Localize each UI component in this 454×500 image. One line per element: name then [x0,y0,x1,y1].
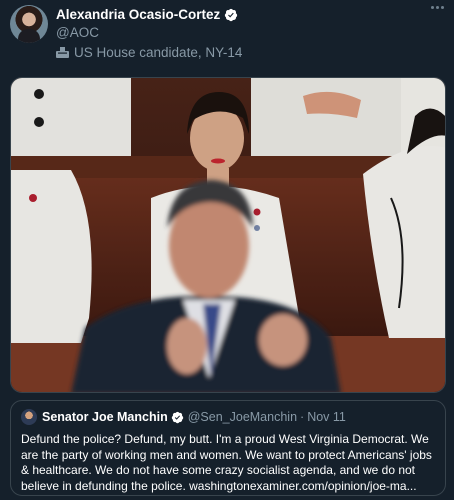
more-options-icon[interactable] [431,6,444,9]
quoted-verified-badge-icon [171,411,183,423]
quoted-date: Nov 11 [307,410,346,424]
ballot-box-icon [56,47,69,58]
author-avatar[interactable] [10,5,48,43]
author-handle[interactable]: @AOC [56,25,444,42]
tweet-photo[interactable] [10,77,446,393]
quoted-tweet-text: Defund the police? Defund, my butt. I'm … [21,432,432,493]
tweet[interactable]: Alexandria Ocasio-Cortez @AOC US House c… [0,0,454,500]
quoted-tweet[interactable]: Senator Joe Manchin @Sen_JoeManchin · No… [10,400,446,496]
name-row: Alexandria Ocasio-Cortez [56,6,444,23]
author-display-name[interactable]: Alexandria Ocasio-Cortez [56,7,220,22]
author-label: US House candidate, NY-14 [56,45,444,60]
verified-badge-icon [225,8,238,21]
quoted-author-avatar [21,409,37,425]
quoted-separator: · [300,410,305,424]
author-label-text: US House candidate, NY-14 [74,45,243,60]
quoted-tweet-header: Senator Joe Manchin @Sen_JoeManchin · No… [21,409,435,425]
quoted-author-handle: @Sen_JoeManchin [187,410,298,424]
tweet-header: Alexandria Ocasio-Cortez @AOC US House c… [56,6,444,60]
quoted-author-name: Senator Joe Manchin [42,410,168,424]
photo-illustration [11,78,445,392]
